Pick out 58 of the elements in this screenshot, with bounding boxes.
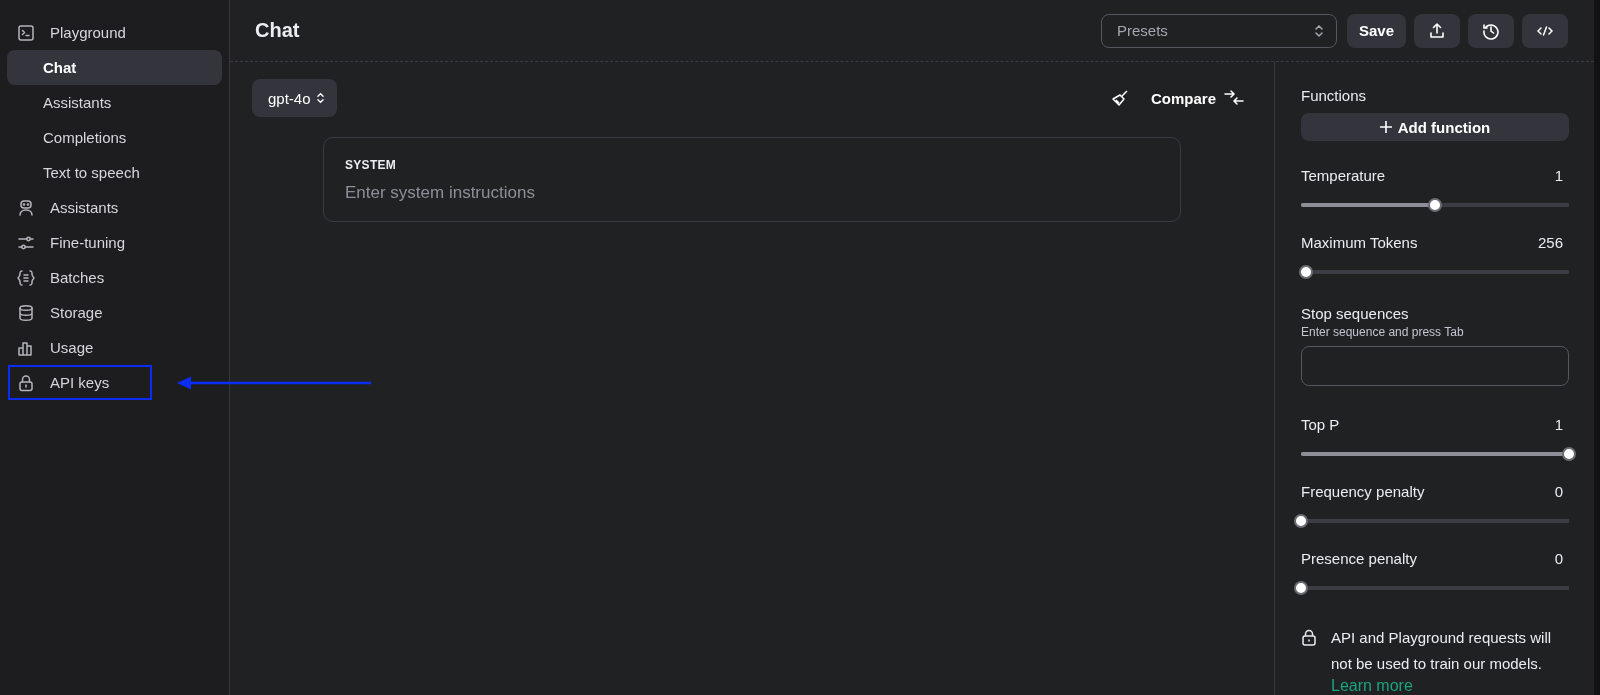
add-function-button[interactable]: Add function <box>1301 113 1569 141</box>
slider-label: Temperature <box>1301 167 1386 184</box>
broom-icon[interactable] <box>1110 89 1129 107</box>
database-icon <box>16 302 36 323</box>
braces-icon <box>16 267 36 288</box>
save-button[interactable]: Save <box>1346 13 1406 48</box>
sidebar-item[interactable]: Usage <box>7 330 222 365</box>
slider-value: 1 <box>1554 416 1563 433</box>
system-prompt-card[interactable]: SYSTEM Enter system instructions <box>323 137 1181 222</box>
compare-button[interactable]: Compare <box>1150 89 1244 107</box>
slider-value: 1 <box>1554 167 1563 184</box>
upload-icon <box>1428 21 1446 40</box>
sidebar-item[interactable]: Text to speech <box>7 155 222 190</box>
slider-label: Frequency penalty <box>1301 483 1425 500</box>
sidebar-item[interactable]: Assistants <box>7 85 222 120</box>
slider-value: 0 <box>1554 550 1563 567</box>
slider-thumb[interactable] <box>1294 581 1308 595</box>
slider-label: Maximum Tokens <box>1301 234 1418 251</box>
plus-icon <box>1379 121 1392 133</box>
history-icon <box>1482 21 1500 40</box>
presets-select[interactable]: Presets <box>1100 13 1337 48</box>
functions-label: Functions <box>1301 87 1368 104</box>
slider-value: 0 <box>1554 483 1563 500</box>
slider-thumb[interactable] <box>1294 514 1308 528</box>
sidebar-item[interactable]: Playground <box>7 15 222 50</box>
slider-thumb[interactable] <box>1428 198 1442 212</box>
slider-label: Top P <box>1301 416 1340 433</box>
field-label: Stop sequences <box>1301 305 1410 322</box>
lock-icon <box>1301 629 1317 647</box>
input-field[interactable] <box>1301 346 1569 386</box>
history-button[interactable] <box>1468 13 1514 48</box>
learn-more-link[interactable]: Learn more <box>1331 677 1413 695</box>
field-hint: Enter sequence and press Tab <box>1301 325 1465 339</box>
page-title: Chat <box>255 19 301 42</box>
system-placeholder: Enter system instructions <box>345 183 536 203</box>
terminal-icon <box>16 22 36 43</box>
model-select[interactable]: gpt-4o <box>252 79 337 117</box>
system-label: SYSTEM <box>345 158 398 172</box>
chevron-up-down-icon <box>315 92 325 104</box>
sidebar-item[interactable]: Completions <box>7 120 222 155</box>
lock-icon <box>16 372 36 393</box>
sidebar-item[interactable]: Fine-tuning <box>7 225 222 260</box>
sidebar-item[interactable]: Batches <box>7 260 222 295</box>
sidebar-item[interactable]: Chat <box>7 50 222 85</box>
chevron-up-down-icon <box>1313 23 1324 38</box>
share-button[interactable] <box>1414 13 1460 48</box>
sidebar-item[interactable]: API keys <box>7 365 222 400</box>
slider-label: Presence penalty <box>1301 550 1417 567</box>
slider-thumb[interactable] <box>1562 447 1576 461</box>
privacy-notice: API and Playground requests will not be used to train our models. <box>1331 629 1552 672</box>
slider-value: 256 <box>1537 234 1563 251</box>
sidebar-item[interactable]: Storage <box>7 295 222 330</box>
robot-icon <box>16 197 36 218</box>
arrows-icon <box>1224 89 1244 107</box>
code-button[interactable] <box>1522 13 1568 48</box>
slider-thumb[interactable] <box>1299 265 1314 279</box>
code-icon <box>1537 24 1553 37</box>
sidebar-item[interactable]: Assistants <box>7 190 222 225</box>
